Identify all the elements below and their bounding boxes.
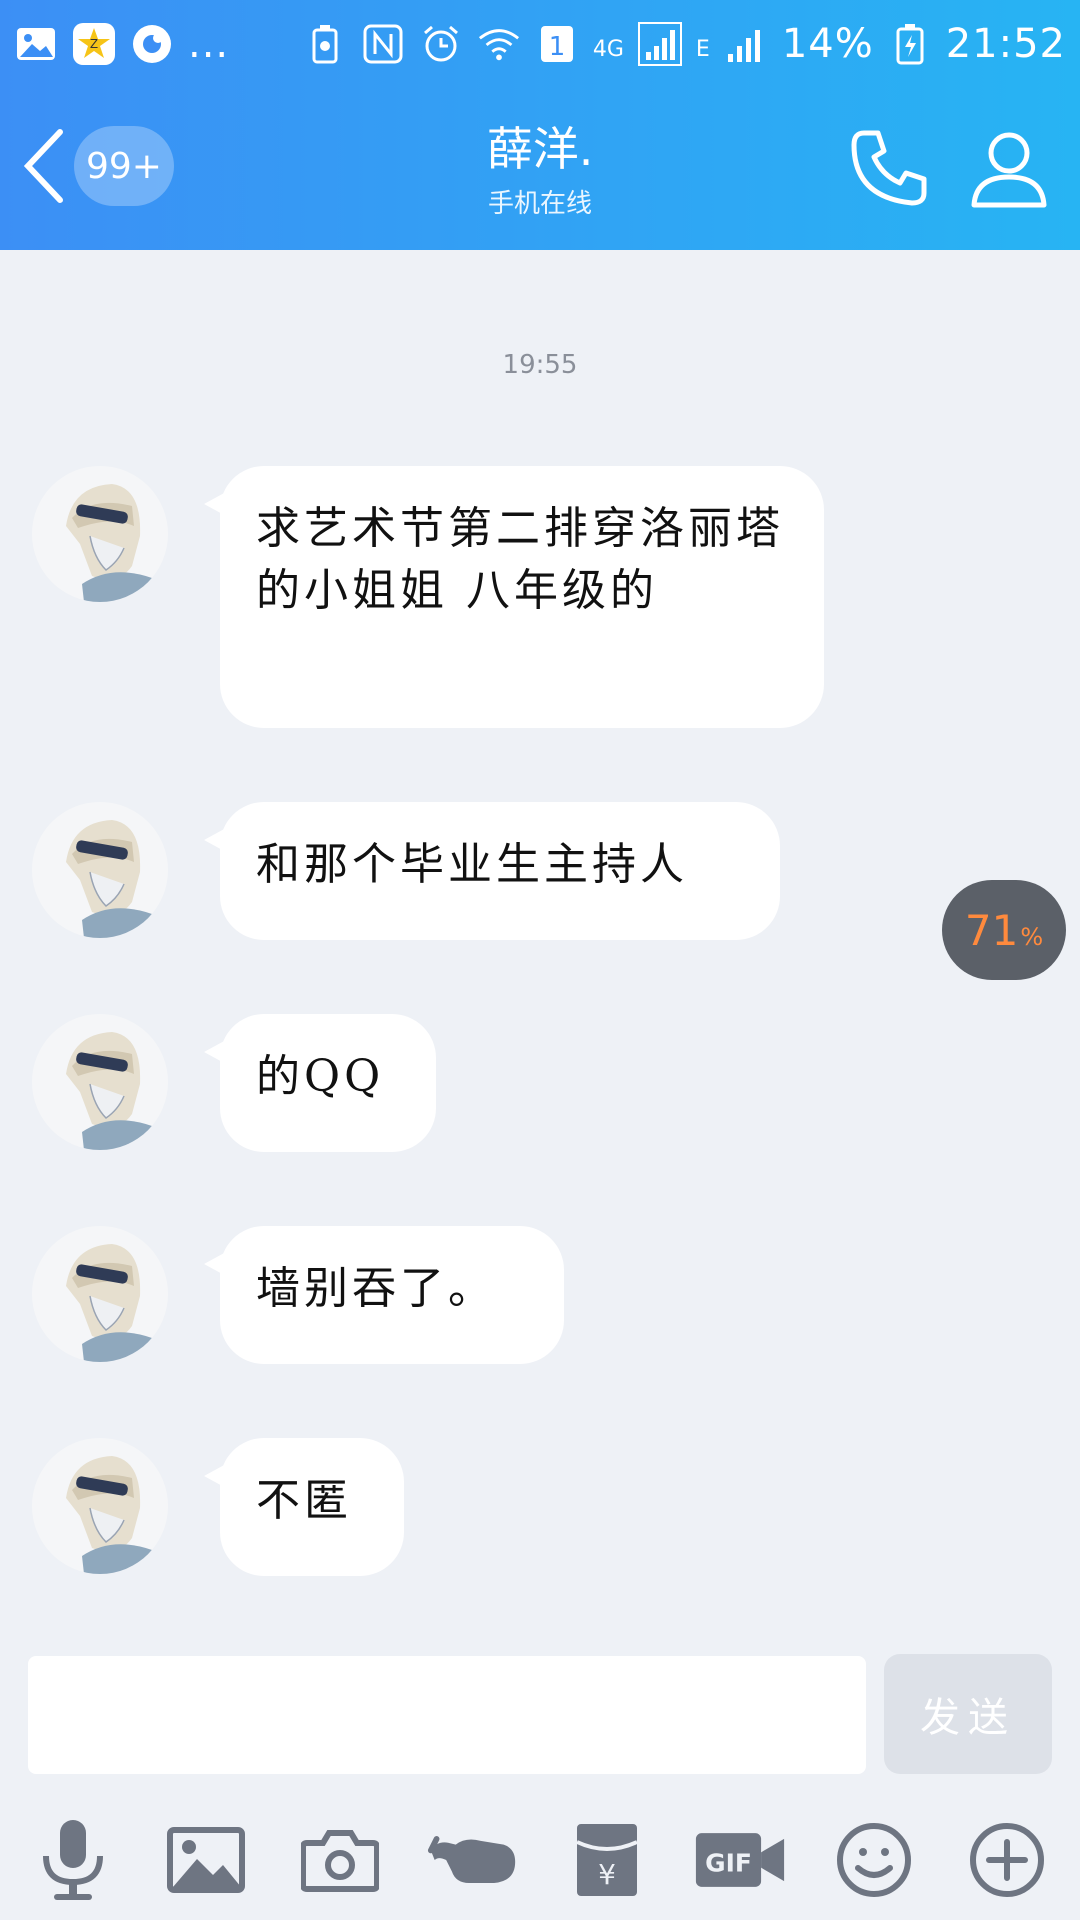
battery-charging-icon [888,22,932,66]
chat-area[interactable]: 19:55 求艺术节第二排穿洛丽塔的小姐姐 八年级的 和那个毕业生主持人 的QQ… [0,250,1080,1640]
nfc-icon [361,22,405,66]
svg-text:GIF: GIF [705,1849,752,1878]
header-area: Z ... 1 4G E 14% 21:52 99+ 薛洋. 手机在线 [0,0,1080,250]
person-icon [971,132,1047,208]
contact-info[interactable]: 薛洋. 手机在线 [340,121,740,220]
voice-call-button[interactable] [846,125,932,211]
svg-text:¥: ¥ [598,1858,616,1891]
alarm-icon [419,22,463,66]
gallery-notification-icon [14,22,58,66]
contact-name: 薛洋. [486,122,594,176]
badge-value: 71 [964,905,1019,955]
microphone-icon[interactable] [27,1814,119,1906]
phone-icon [851,130,927,206]
unread-badge: 99+ [74,126,174,206]
floating-speed-badge[interactable]: 71% [942,880,1066,980]
message-bubble[interactable]: 墙别吞了。 [204,1226,564,1364]
message-bubble[interactable]: 不匿 [204,1438,404,1576]
image-icon[interactable] [160,1814,252,1906]
avatar[interactable] [32,1014,168,1150]
badge-unit: % [1020,923,1044,951]
plus-icon[interactable] [961,1814,1053,1906]
camera-icon[interactable] [294,1814,386,1906]
send-button[interactable]: 发送 [884,1654,1052,1774]
input-area: 发送 ¥ GIF [0,1640,1080,1920]
battery-percent: 14% [781,21,874,67]
emoji-icon[interactable] [828,1814,920,1906]
message-timestamp: 19:55 [502,350,578,380]
qq-browser-notification-icon [130,22,174,66]
signal-icon-2 [724,22,768,66]
network-type-2: E [695,37,710,62]
avatar[interactable] [32,802,168,938]
red-packet-icon[interactable]: ¥ [561,1814,653,1906]
avatar[interactable] [32,1438,168,1574]
chevron-left-icon [23,129,63,203]
avatar[interactable] [32,466,168,602]
network-type-1: 4G [592,37,624,62]
message-input[interactable] [28,1656,866,1774]
chat-navbar: 99+ 薛洋. 手机在线 [0,95,1080,235]
message-bubble[interactable]: 和那个毕业生主持人 [204,802,780,940]
message-bubble[interactable]: 的QQ [204,1014,436,1152]
input-toolbar: ¥ GIF [0,1810,1080,1910]
battery-saver-icon [303,22,347,66]
qzone-notification-icon: Z [72,22,116,66]
wifi-icon [477,22,521,66]
signal-icon-1 [637,22,682,66]
sim-label: 1 [549,32,566,62]
hand-icon[interactable] [427,1814,519,1906]
profile-button[interactable] [966,125,1052,211]
status-bar: Z ... 1 4G E 14% 21:52 [0,0,1080,88]
back-button[interactable]: 99+ [22,123,182,209]
more-notifications: ... [188,21,230,67]
clock: 21:52 [945,21,1066,67]
sim-icon: 1 [535,22,579,66]
svg-text:Z: Z [90,37,98,51]
message-bubble[interactable]: 求艺术节第二排穿洛丽塔的小姐姐 八年级的 [204,466,824,728]
contact-status: 手机在线 [487,189,592,219]
avatar[interactable] [32,1226,168,1362]
gif-icon[interactable]: GIF [694,1814,786,1906]
